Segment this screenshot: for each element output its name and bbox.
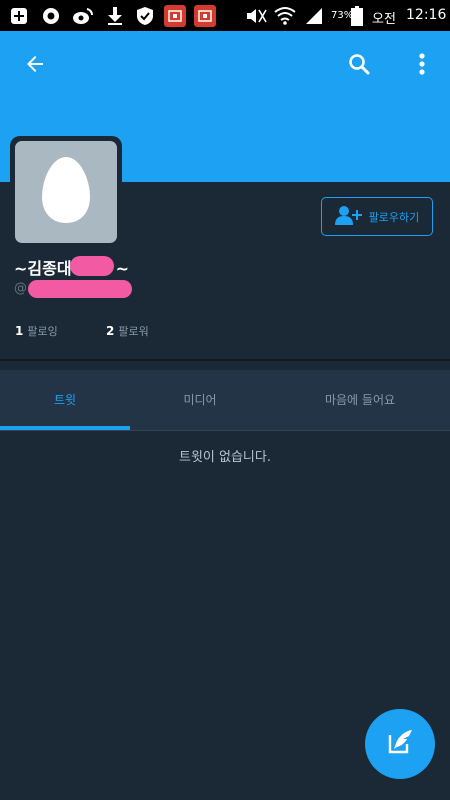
default-egg-icon (40, 155, 92, 229)
tab-likes[interactable]: 마음에 들어요 (270, 370, 450, 428)
tab-tweets-label: 트윗 (53, 392, 77, 407)
mute-icon (245, 5, 267, 27)
more-vert-icon (418, 52, 426, 80)
add-person-icon (334, 205, 363, 228)
search-icon (347, 52, 371, 80)
battery-icon (350, 5, 364, 27)
followers-stat[interactable]: 2 팔로워 (106, 323, 149, 339)
overflow-menu-button[interactable] (402, 46, 442, 86)
signal-icon (303, 5, 325, 27)
tab-tweets[interactable]: 트윗 (0, 370, 130, 428)
profile-screen: 73% 오전 12:16 팔로우하기 ~김종대 ~ @ 1 팔로잉 2 팔로워 … (0, 0, 450, 800)
followers-label: 팔로워 (118, 325, 149, 338)
time-period: 오전 (372, 12, 396, 27)
handle-redaction (28, 280, 132, 298)
display-name-text: ~김종대 (14, 259, 72, 278)
name-redaction (70, 256, 114, 276)
avatar (15, 141, 117, 243)
tab-media[interactable]: 미디어 (130, 370, 270, 428)
add-box-icon (8, 5, 30, 27)
weibo-icon (72, 5, 94, 27)
back-button[interactable] (15, 46, 55, 86)
red-app-icon (194, 5, 216, 27)
following-stat[interactable]: 1 팔로잉 (15, 323, 58, 339)
wifi-icon (274, 5, 296, 27)
follow-button-label: 팔로우하기 (368, 210, 420, 224)
empty-state-message: 트윗이 없습니다. (179, 450, 271, 465)
profile-tabs: 트윗 미디어 마음에 들어요 (0, 370, 450, 431)
active-tab-indicator (0, 426, 130, 430)
followers-count: 2 (106, 324, 115, 338)
display-name-suffix: ~ (115, 259, 129, 278)
tab-media-label: 미디어 (183, 392, 217, 407)
compose-quill-icon (385, 727, 415, 761)
follow-button[interactable]: 팔로우하기 (321, 197, 433, 236)
following-label: 팔로잉 (27, 325, 58, 338)
search-button[interactable] (339, 46, 379, 86)
tab-likes-label: 마음에 들어요 (324, 392, 396, 407)
handle-prefix: @ (14, 281, 27, 296)
section-divider (0, 359, 450, 361)
chrome-icon (40, 5, 62, 27)
download-icon (104, 5, 126, 27)
arrow-left-icon (23, 52, 47, 80)
status-bar: 73% 오전 12:16 (0, 0, 450, 31)
user-handle: @ (14, 281, 27, 296)
avatar-frame[interactable] (10, 136, 122, 248)
red-app-icon (164, 5, 186, 27)
clock-time: 12:16 (406, 7, 447, 23)
compose-tweet-button[interactable] (365, 709, 435, 779)
shield-icon (134, 5, 156, 27)
following-count: 1 (15, 324, 24, 338)
